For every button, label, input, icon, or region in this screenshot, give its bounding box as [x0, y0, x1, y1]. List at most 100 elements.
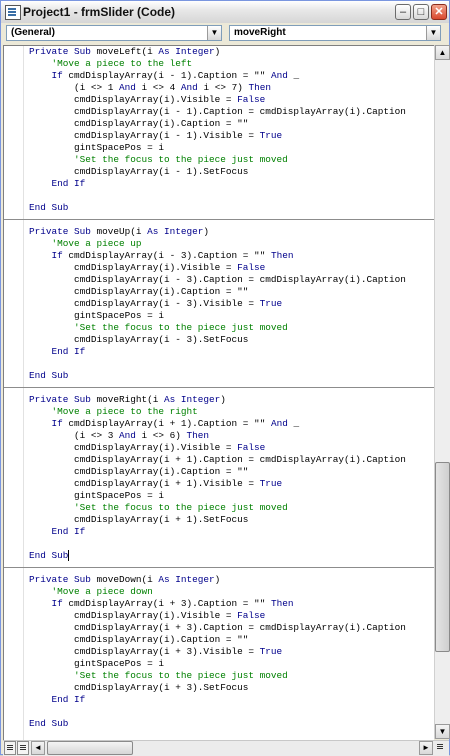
code-line[interactable]: If cmdDisplayArray(i + 3).Caption = "" T… — [29, 598, 434, 610]
code-token: cmdDisplayArray(i + 3).Caption = cmdDisp… — [29, 622, 406, 633]
code-line[interactable]: Private Sub moveUp(i As Integer) — [29, 226, 434, 238]
keyword-token: As Integer — [147, 226, 204, 237]
code-line[interactable]: cmdDisplayArray(i).Visible = False — [29, 262, 434, 274]
code-editor[interactable]: Private Sub moveLeft(i As Integer) 'Move… — [3, 45, 434, 740]
keyword-token: End Sub — [29, 550, 69, 561]
code-line[interactable]: End If — [29, 694, 434, 706]
code-line[interactable]: End Sub — [29, 718, 434, 730]
close-button[interactable]: ✕ — [431, 4, 447, 20]
vertical-scroll-thumb[interactable] — [435, 462, 450, 652]
code-text[interactable]: Private Sub moveLeft(i As Integer) 'Move… — [4, 46, 434, 730]
keyword-token: If — [51, 250, 63, 261]
maximize-button[interactable]: □ — [413, 4, 429, 20]
keyword-token: End If — [51, 178, 86, 189]
code-line[interactable]: cmdDisplayArray(i - 1).SetFocus — [29, 166, 434, 178]
code-line[interactable]: cmdDisplayArray(i + 3).Caption = cmdDisp… — [29, 622, 434, 634]
code-line[interactable]: 'Set the focus to the piece just moved — [29, 670, 434, 682]
code-line[interactable]: Private Sub moveRight(i As Integer) — [29, 394, 434, 406]
minimize-button[interactable]: – — [395, 4, 411, 20]
code-line[interactable]: cmdDisplayArray(i + 1).SetFocus — [29, 514, 434, 526]
code-line[interactable]: cmdDisplayArray(i + 1).Visible = True — [29, 478, 434, 490]
code-line[interactable]: Private Sub moveLeft(i As Integer) — [29, 46, 434, 58]
keyword-token: End Sub — [29, 718, 69, 729]
code-line[interactable]: gintSpacePos = i — [29, 490, 434, 502]
code-line[interactable]: cmdDisplayArray(i).Caption = "" — [29, 286, 434, 298]
full-module-view-icon[interactable] — [17, 741, 29, 755]
code-line[interactable]: End Sub — [29, 550, 434, 562]
code-line[interactable]: 'Move a piece to the right — [29, 406, 434, 418]
code-line[interactable]: End If — [29, 346, 434, 358]
code-line[interactable]: End Sub — [29, 202, 434, 214]
code-line[interactable]: If cmdDisplayArray(i + 1).Caption = "" A… — [29, 418, 434, 430]
keyword-token: False — [237, 262, 266, 273]
scroll-right-button[interactable]: ► — [419, 741, 433, 755]
code-line[interactable]: End If — [29, 526, 434, 538]
code-line[interactable]: gintSpacePos = i — [29, 310, 434, 322]
code-line[interactable]: 'Set the focus to the piece just moved — [29, 502, 434, 514]
code-line[interactable]: cmdDisplayArray(i).Visible = False — [29, 94, 434, 106]
code-line[interactable]: gintSpacePos = i — [29, 142, 434, 154]
procedure-separator — [4, 219, 434, 220]
code-line[interactable]: 'Set the focus to the piece just moved — [29, 322, 434, 334]
code-line[interactable]: End Sub — [29, 370, 434, 382]
text-caret — [68, 550, 70, 562]
code-line[interactable] — [29, 706, 434, 718]
scroll-down-button[interactable]: ▼ — [435, 724, 450, 739]
code-line[interactable]: cmdDisplayArray(i + 3).SetFocus — [29, 682, 434, 694]
code-line[interactable]: cmdDisplayArray(i).Caption = "" — [29, 634, 434, 646]
code-line[interactable] — [29, 190, 434, 202]
code-line[interactable]: cmdDisplayArray(i + 3).Visible = True — [29, 646, 434, 658]
horizontal-scrollbar[interactable]: ◄ ► — [3, 740, 449, 756]
procedure-combo-value: moveRight — [234, 27, 286, 38]
chevron-down-icon[interactable]: ▼ — [426, 26, 440, 40]
code-line[interactable]: 'Set the focus to the piece just moved — [29, 154, 434, 166]
code-line[interactable] — [29, 358, 434, 370]
horizontal-scroll-thumb[interactable] — [47, 741, 133, 755]
code-line[interactable]: If cmdDisplayArray(i - 3).Caption = "" T… — [29, 250, 434, 262]
code-line[interactable]: cmdDisplayArray(i + 1).Caption = cmdDisp… — [29, 454, 434, 466]
code-line[interactable]: cmdDisplayArray(i - 3).Visible = True — [29, 298, 434, 310]
code-line[interactable]: cmdDisplayArray(i - 1).Caption = cmdDisp… — [29, 106, 434, 118]
keyword-token: If — [51, 598, 63, 609]
code-line[interactable]: (i <> 1 And i <> 4 And i <> 7) Then — [29, 82, 434, 94]
code-line[interactable]: cmdDisplayArray(i).Caption = "" — [29, 118, 434, 130]
code-line[interactable]: 'Move a piece to the left — [29, 58, 434, 70]
scroll-up-button[interactable]: ▲ — [435, 45, 450, 60]
code-token: cmdDisplayArray(i - 3).SetFocus — [29, 334, 249, 345]
keyword-token: As Integer — [158, 574, 215, 585]
keyword-token: End If — [51, 526, 86, 537]
code-line[interactable]: 'Move a piece down — [29, 586, 434, 598]
size-grip-icon[interactable] — [435, 741, 447, 755]
procedure-moveLeft[interactable]: Private Sub moveLeft(i As Integer) 'Move… — [29, 46, 434, 214]
keyword-token: If — [51, 70, 63, 81]
code-line[interactable]: cmdDisplayArray(i - 3).Caption = cmdDisp… — [29, 274, 434, 286]
procedure-moveUp[interactable]: Private Sub moveUp(i As Integer) 'Move a… — [29, 226, 434, 382]
code-line[interactable]: cmdDisplayArray(i).Visible = False — [29, 442, 434, 454]
procedure-moveRight[interactable]: Private Sub moveRight(i As Integer) 'Mov… — [29, 394, 434, 562]
scroll-left-button[interactable]: ◄ — [31, 741, 45, 755]
keyword-token: Private Sub — [29, 394, 91, 405]
code-line[interactable]: Private Sub moveDown(i As Integer) — [29, 574, 434, 586]
object-combo[interactable]: (General) ▼ — [6, 25, 222, 41]
code-line[interactable]: gintSpacePos = i — [29, 658, 434, 670]
code-line[interactable]: (i <> 3 And i <> 6) Then — [29, 430, 434, 442]
keyword-token: False — [237, 610, 266, 621]
code-line[interactable]: If cmdDisplayArray(i - 1).Caption = "" A… — [29, 70, 434, 82]
code-line[interactable]: 'Move a piece up — [29, 238, 434, 250]
code-line[interactable]: End If — [29, 178, 434, 190]
code-window: Project1 - frmSlider (Code) – □ ✕ (Gener… — [0, 0, 450, 756]
code-line[interactable]: cmdDisplayArray(i - 3).SetFocus — [29, 334, 434, 346]
code-line[interactable]: cmdDisplayArray(i).Caption = "" — [29, 466, 434, 478]
code-line[interactable] — [29, 538, 434, 550]
procedure-view-icon[interactable] — [4, 741, 16, 755]
title-bar[interactable]: Project1 - frmSlider (Code) – □ ✕ — [1, 1, 449, 24]
code-token: cmdDisplayArray(i).Caption = "" — [29, 118, 249, 129]
indicator-margin[interactable] — [4, 46, 24, 740]
code-line[interactable]: cmdDisplayArray(i - 1).Visible = True — [29, 130, 434, 142]
procedure-moveDown[interactable]: Private Sub moveDown(i As Integer) 'Move… — [29, 574, 434, 730]
chevron-down-icon[interactable]: ▼ — [207, 26, 221, 40]
vertical-scrollbar[interactable]: ▲ ▼ — [434, 45, 450, 739]
code-line[interactable]: cmdDisplayArray(i).Visible = False — [29, 610, 434, 622]
procedure-combo[interactable]: moveRight ▼ — [229, 25, 441, 41]
